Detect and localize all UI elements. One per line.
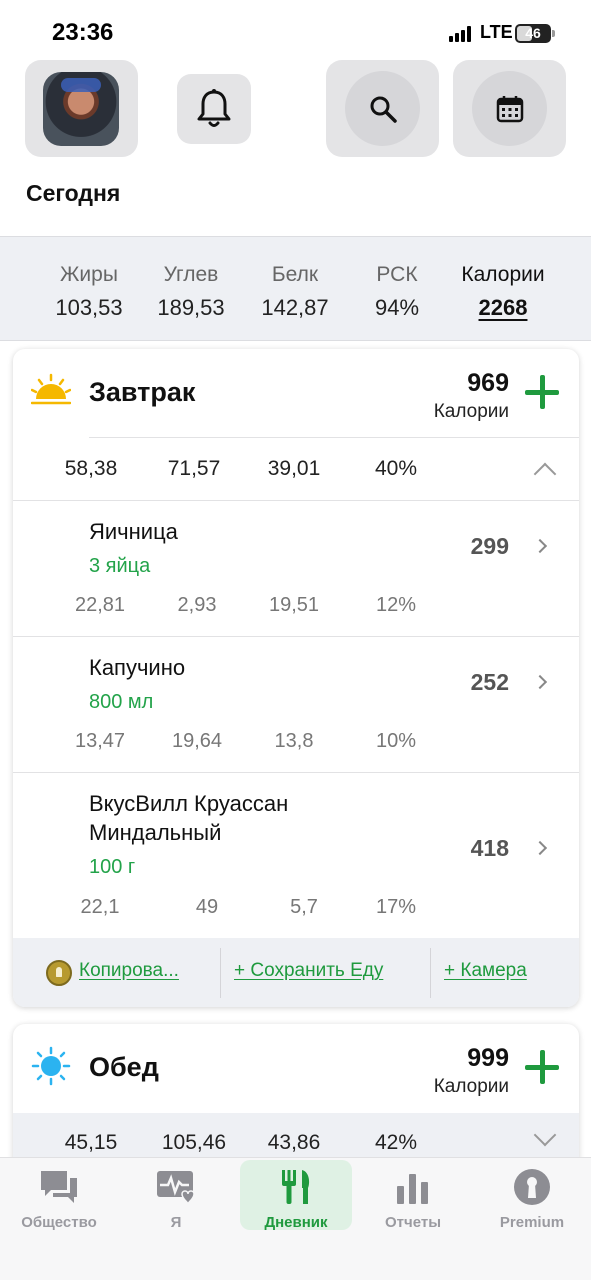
status-time: 23:36 [52, 19, 114, 46]
summary-rsk: 40% [374, 457, 418, 480]
bell-icon [197, 89, 231, 127]
totals-calories[interactable]: Калории 2268 [448, 263, 558, 321]
daily-totals: Жиры 103,53 Углев 189,53 Белк 142,87 РСК… [0, 236, 591, 341]
food-calories: 252 [470, 669, 509, 695]
food-fat: 13,47 [74, 730, 126, 752]
collapse-chevron-icon[interactable] [533, 462, 557, 486]
save-food-button[interactable]: + Сохранить Еду [234, 960, 383, 982]
tab-bar: Общество Я Дневник Отчеты Premium [0, 1157, 591, 1280]
chevron-right-icon [532, 840, 548, 856]
food-rsk: 10% [375, 730, 417, 752]
meal-name: Обед [89, 1052, 159, 1082]
page-title: Сегодня [26, 180, 121, 206]
meal-calories-label: Калории [433, 1076, 509, 1097]
bar-chart-icon [397, 1174, 428, 1204]
copy-premium-icon [46, 960, 72, 986]
totals-fat: Жиры 103,53 [55, 263, 123, 320]
totals-carbs: Углев 189,53 [157, 263, 225, 320]
food-portion: 100 г [89, 856, 136, 878]
food-portion: 3 яйца [89, 555, 151, 577]
status-bar: 23:36 LTE 46 [0, 0, 591, 62]
food-protein: 19,51 [268, 594, 320, 616]
food-item[interactable]: Яичница 3 яйца 299 22,81 2,93 19,51 12% [13, 501, 579, 636]
food-calories: 299 [470, 533, 509, 559]
meal-actions: Копирова... + Сохранить Еду + Камера [13, 938, 579, 1007]
food-name-line1: ВкусВилл Круассан [89, 791, 289, 816]
meal-summary-row[interactable]: 58,38 71,57 39,01 40% [13, 438, 579, 500]
food-carbs: 19,64 [171, 730, 223, 752]
summary-carbs: 71,57 [167, 457, 221, 480]
notifications-button[interactable] [177, 74, 251, 144]
summary-fat: 45,15 [64, 1131, 118, 1154]
avatar [43, 72, 119, 146]
food-rsk: 17% [375, 896, 417, 918]
network-type: LTE [480, 22, 513, 42]
food-item[interactable]: ВкусВилл Круассан Миндальный 100 г 418 2… [13, 773, 579, 938]
heart-monitor-icon [157, 1171, 195, 1205]
tab-diary[interactable]: Дневник [240, 1160, 352, 1231]
summary-carbs: 105,46 [161, 1131, 227, 1154]
tab-reports[interactable]: Отчеты [357, 1160, 469, 1231]
copy-button[interactable]: Копирова... [79, 960, 179, 982]
meal-header[interactable]: Обед 999 Калории [13, 1024, 579, 1112]
sunrise-icon [31, 373, 71, 405]
food-fat: 22,1 [80, 896, 120, 918]
premium-keyhole-icon [514, 1169, 550, 1205]
calendar-button[interactable] [453, 60, 566, 157]
summary-fat: 58,38 [64, 457, 118, 480]
meal-card-breakfast: Завтрак 969 Калории 58,38 71,57 39,01 40… [13, 349, 579, 1007]
food-carbs: 2,93 [177, 594, 217, 616]
signal-icon [449, 26, 473, 42]
food-item[interactable]: Капучино 800 мл 252 13,47 19,64 13,8 10% [13, 637, 579, 772]
tab-community[interactable]: Общество [3, 1160, 115, 1231]
food-carbs: 49 [195, 896, 219, 918]
chevron-right-icon [532, 538, 548, 554]
summary-rsk: 42% [374, 1131, 418, 1154]
fork-knife-icon [282, 1170, 310, 1204]
food-calories: 418 [470, 835, 509, 861]
tab-premium[interactable]: Premium [476, 1160, 588, 1231]
food-name: Яичница [89, 519, 178, 544]
search-icon [370, 96, 397, 123]
battery-icon: 46 [515, 24, 551, 43]
totals-protein: Белк 142,87 [261, 263, 329, 320]
meal-card-lunch: Обед 999 Калории 45,15 105,46 43,86 42% [13, 1024, 579, 1174]
meal-calories-label: Калории [433, 401, 509, 422]
sun-icon [31, 1046, 71, 1086]
chat-bubbles-icon [41, 1171, 77, 1203]
summary-protein: 39,01 [267, 457, 321, 480]
expand-chevron-icon[interactable] [533, 1123, 557, 1147]
meal-calories: 969 [467, 369, 509, 397]
profile-button[interactable] [25, 60, 138, 157]
food-portion: 800 мл [89, 691, 154, 713]
meal-header[interactable]: Завтрак 969 Калории [13, 349, 579, 437]
food-protein: 13,8 [274, 730, 314, 752]
meal-name: Завтрак [89, 377, 196, 407]
food-name-line2: Миндальный [89, 820, 222, 845]
food-fat: 22,81 [74, 594, 126, 616]
add-food-button[interactable] [525, 1050, 559, 1084]
calendar-icon [496, 95, 523, 122]
totals-rsk: РСК 94% [374, 263, 420, 320]
summary-protein: 43,86 [267, 1131, 321, 1154]
food-rsk: 12% [375, 594, 417, 616]
meal-calories: 999 [467, 1044, 509, 1072]
battery-level: 46 [525, 25, 541, 41]
tab-me[interactable]: Я [120, 1160, 232, 1231]
chevron-right-icon [532, 674, 548, 690]
add-food-button[interactable] [525, 375, 559, 409]
food-name: Капучино [89, 655, 186, 680]
search-button[interactable] [326, 60, 439, 157]
camera-button[interactable]: + Камера [444, 960, 527, 982]
food-protein: 5,7 [290, 896, 318, 918]
